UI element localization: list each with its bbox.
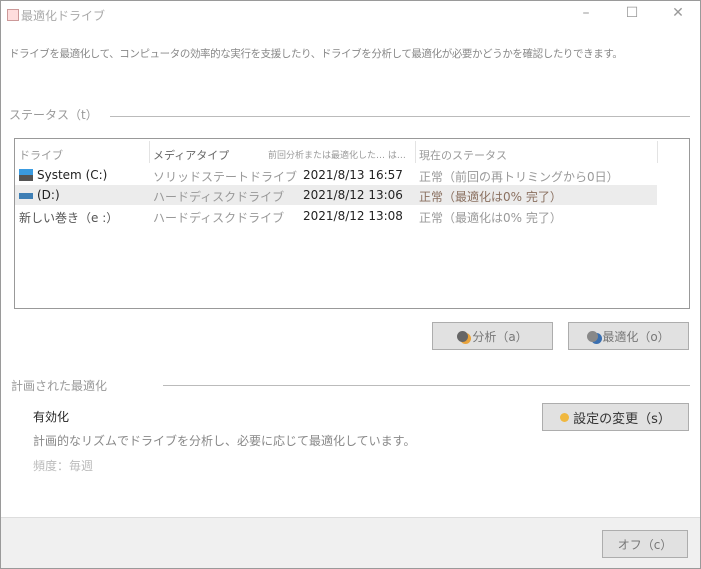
maximize-button[interactable]: ☐ bbox=[618, 5, 646, 25]
drive-list[interactable]: ドライブ メディアタイプ 前回分析または最適化した… は… 現在のステータス S… bbox=[14, 138, 690, 309]
change-settings-button[interactable]: 設定の変更（s） bbox=[542, 403, 689, 431]
current-status: 正常（最適化は0% 完了） bbox=[419, 190, 562, 204]
last-run: 2021/8/12 13:08 bbox=[303, 209, 403, 223]
media-type: ハードディスクドライブ bbox=[153, 190, 285, 204]
change-settings-label: 設定の変更（s） bbox=[573, 411, 671, 427]
table-row[interactable]: (D:) ハードディスクドライブ 2021/8/12 13:06 正常（最適化は… bbox=[15, 185, 657, 205]
window-title: 最適化ドライブ bbox=[21, 9, 106, 23]
hdd-drive-icon bbox=[19, 193, 33, 199]
analyze-label: 分析（a） bbox=[472, 329, 528, 344]
schedule-frequency: 頻度：毎週 bbox=[33, 459, 94, 473]
current-status: 正常（前回の再トリミングから0日） bbox=[419, 170, 619, 184]
optimize-label: 最適化（o） bbox=[602, 329, 670, 344]
column-separator bbox=[149, 141, 150, 163]
drive-name: System (C:) bbox=[37, 168, 108, 182]
defrag-app-icon bbox=[7, 9, 19, 21]
table-row[interactable]: 新しい巻き（e :） ハードディスクドライブ 2021/8/12 13:08 正… bbox=[15, 206, 657, 226]
column-separator bbox=[657, 141, 658, 163]
column-header-drive[interactable]: ドライブ bbox=[19, 147, 63, 163]
minimize-button[interactable]: – bbox=[572, 5, 600, 25]
scheduled-section-label: 計画された最適化 bbox=[11, 379, 108, 393]
schedule-description: 計画的なリズムでドライブを分析し、必要に応じて最適化しています。 bbox=[33, 434, 416, 448]
column-header-last-run[interactable]: 前回分析または最適化した… は… bbox=[268, 148, 406, 161]
column-separator bbox=[415, 141, 416, 163]
media-type: ハードディスクドライブ bbox=[153, 211, 285, 225]
shield-icon bbox=[560, 412, 570, 422]
description-text: ドライブを最適化して、コンピュータの効率的な実行を支援したり、ドライブを分析して… bbox=[9, 48, 623, 60]
current-status: 正常（最適化は0% 完了） bbox=[419, 211, 562, 225]
status-section-label: ステータス（t） bbox=[9, 108, 98, 122]
off-button[interactable]: オフ（c） bbox=[602, 530, 688, 558]
last-run: 2021/8/13 16:57 bbox=[303, 168, 403, 182]
divider bbox=[163, 385, 690, 386]
drive-name: (D:) bbox=[37, 188, 60, 202]
analyze-button[interactable]: 分析（a） bbox=[432, 322, 553, 350]
optimize-icon bbox=[587, 330, 599, 342]
footer bbox=[1, 517, 700, 568]
last-run: 2021/8/12 13:06 bbox=[303, 188, 403, 202]
divider bbox=[110, 116, 690, 117]
drive-name: 新しい巻き（e :） bbox=[19, 211, 119, 225]
analyze-icon bbox=[457, 330, 469, 342]
close-button[interactable]: ✕ bbox=[664, 5, 692, 25]
table-row[interactable]: System (C:) ソリッドステートドライブ 2021/8/13 16:57… bbox=[15, 165, 657, 185]
ssd-drive-icon bbox=[19, 169, 33, 181]
column-header-media[interactable]: メディアタイプ bbox=[153, 147, 229, 163]
column-header-status[interactable]: 現在のステータス bbox=[419, 147, 507, 163]
media-type: ソリッドステートドライブ bbox=[153, 170, 298, 184]
optimize-button[interactable]: 最適化（o） bbox=[568, 322, 689, 350]
schedule-state: 有効化 bbox=[33, 410, 70, 424]
